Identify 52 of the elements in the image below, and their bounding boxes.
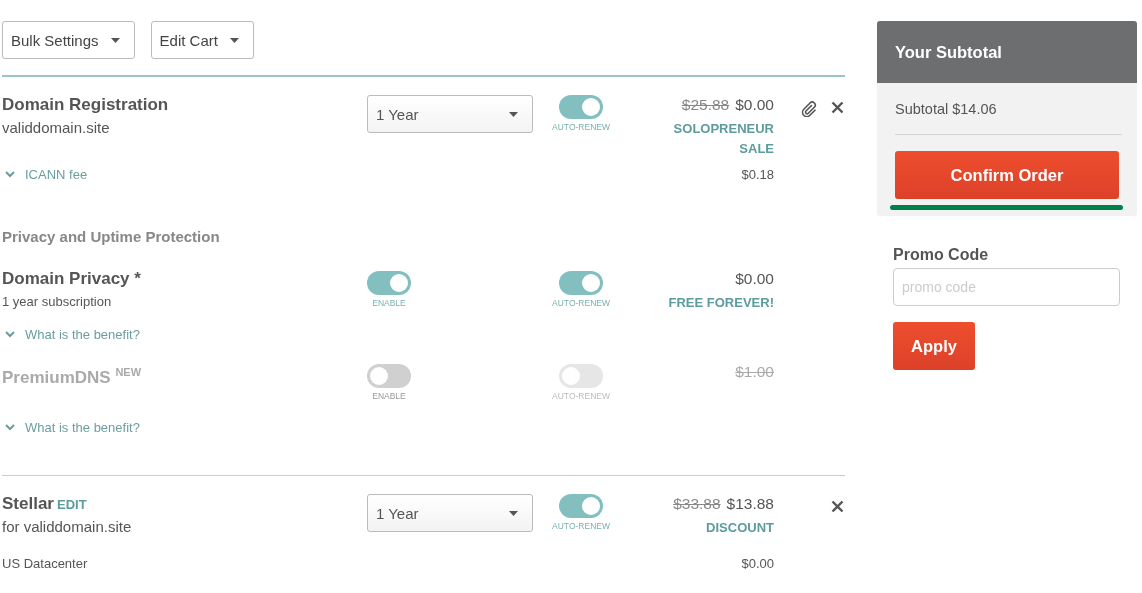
addon-title: PremiumDNS $^{NEW}$ — [2, 365, 143, 388]
promo-code-label: Promo Code — [893, 246, 990, 264]
chevron-icon — [5, 424, 15, 431]
toggle-switch[interactable] — [367, 271, 411, 295]
domain-name: for validdomain.site — [2, 518, 132, 536]
section-heading: Privacy and Uptime Protection — [2, 228, 221, 245]
product-title: Domain Registration — [2, 95, 169, 114]
addon-subtitle: 1 year subscription — [2, 293, 112, 311]
toggle-switch[interactable] — [559, 271, 603, 295]
toggle-label: AUTO-RENEW — [552, 298, 610, 308]
price: $1.00 — [735, 362, 774, 382]
caret-icon — [509, 510, 518, 516]
product-title: Stellar — [2, 494, 54, 513]
promo-label: DISCOUNT — [705, 519, 774, 537]
toggle-label: ENABLE — [372, 391, 406, 401]
price: $0.00 — [735, 269, 774, 289]
caret-icon — [110, 37, 120, 43]
promo-label: FREE FOREVER! — [667, 294, 774, 312]
fee-price: $0.00 — [741, 555, 774, 571]
toggle-label: ENABLE — [372, 298, 406, 308]
old-price: $33.88 — [673, 494, 721, 514]
toggle-switch[interactable] — [559, 95, 603, 119]
close-icon[interactable] — [831, 500, 844, 513]
toggle-label: AUTO-RENEW — [552, 122, 610, 132]
confirm-order-button[interactable]: Confirm Order — [895, 151, 1119, 199]
caret-icon — [229, 37, 239, 43]
fee-price: $0.18 — [741, 167, 774, 182]
chevron-icon — [5, 171, 15, 178]
domain-name: validdomain.site — [2, 119, 110, 137]
dropdown-button[interactable]: Bulk Settings — [2, 21, 135, 59]
subtotal-text: Subtotal $14.06 — [895, 83, 1122, 135]
expand-link[interactable]: ICANN fee — [2, 167, 367, 182]
price: $0.00 — [735, 95, 774, 115]
expand-link[interactable]: What is the benefit? — [2, 327, 367, 342]
dropdown-button[interactable]: Edit Cart — [150, 21, 254, 59]
caret-icon — [509, 111, 518, 117]
old-price: $25.88 — [681, 95, 730, 115]
toggle-label: AUTO-RENEW — [552, 521, 610, 531]
edit-link[interactable]: EDIT — [57, 497, 87, 512]
term-select[interactable]: 1 Year — [367, 95, 533, 133]
toggle-switch[interactable] — [559, 494, 603, 518]
addon-title: Domain Privacy * — [2, 269, 142, 289]
detail-label: US Datacenter — [2, 556, 88, 571]
card-header: Your Subtotal — [877, 21, 1137, 83]
apply-button[interactable]: Apply — [893, 322, 975, 370]
chevron-icon — [5, 331, 15, 338]
paperclip-icon[interactable] — [801, 101, 817, 117]
promo-label: SOLOPRENEUR SALE — [672, 120, 774, 158]
price: $13.88 — [726, 494, 774, 514]
toggle-label: AUTO-RENEW — [552, 391, 610, 401]
term-select[interactable]: 1 Year — [367, 494, 533, 532]
close-icon[interactable] — [831, 101, 844, 114]
